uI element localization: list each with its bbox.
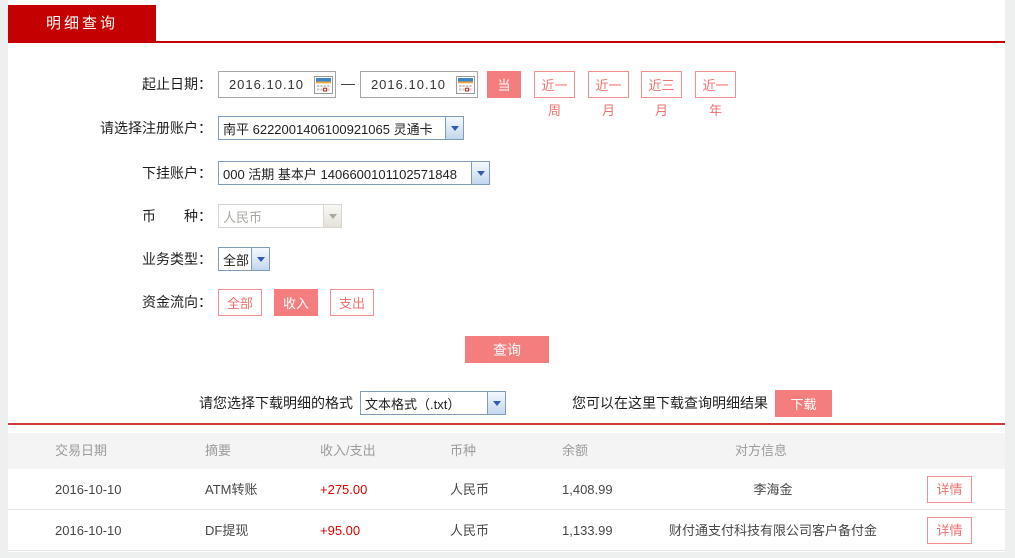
currency-row: 币 种： 人民币: [8, 204, 1005, 228]
business-type-value: 全部: [223, 252, 250, 268]
tab-detail-query[interactable]: 明细查询: [8, 5, 156, 42]
download-format-label: 请您选择下载明细的格式: [199, 395, 353, 411]
quick-range-today-button[interactable]: 当日: [487, 71, 521, 120]
fund-flow-all-button[interactable]: 全部: [218, 289, 262, 316]
date-to-value: 2016.10.10: [370, 77, 447, 92]
sub-account-label: 下挂账户：: [142, 165, 212, 181]
detail-button[interactable]: 详情: [927, 517, 972, 544]
table-row: 2016-10-10 ATM转账 +275.00 人民币 1,408.99 李海…: [8, 469, 1005, 510]
sub-account-row: 下挂账户： 000 活期 基本户 1406600101102571848: [8, 161, 1005, 185]
cell-balance: 1,408.99: [562, 482, 613, 497]
date-to-input[interactable]: 2016.10.10: [360, 71, 478, 98]
business-type-row: 业务类型： 全部: [8, 247, 1005, 271]
cell-counterparty: 李海金: [753, 482, 793, 497]
cell-amount: +95.00: [320, 523, 361, 538]
cell-summary: ATM转账: [205, 482, 258, 497]
header-currency: 币种: [450, 443, 477, 458]
header-balance: 余额: [562, 443, 589, 458]
quick-range-month-button[interactable]: 近一月: [588, 71, 629, 118]
quick-range-week-button[interactable]: 近一周: [534, 71, 575, 118]
header-amount: 收入/支出: [320, 443, 376, 458]
download-button[interactable]: 下载: [775, 390, 832, 417]
cell-summary: DF提现: [205, 523, 249, 538]
download-row: 请您选择下载明细的格式 文本格式（.txt） 您可以在这里下载查询明细结果 下载: [8, 390, 1005, 417]
sub-account-select[interactable]: 000 活期 基本户 1406600101102571848: [218, 161, 490, 185]
date-range-row: 起止日期： 2016.10.10 — 2016.10.10 当日 近一周 近一月…: [8, 71, 1005, 120]
fund-flow-row: 资金流向： 全部 收入 支出: [8, 289, 1005, 316]
business-type-select[interactable]: 全部: [218, 247, 270, 271]
registered-account-label: 请选择注册账户：: [100, 120, 212, 136]
registered-account-select[interactable]: 南平 6222001406100921065 灵通卡: [218, 116, 464, 140]
calendar-icon[interactable]: [456, 75, 475, 94]
download-format-value: 文本格式（.txt）: [365, 396, 461, 412]
chevron-down-icon[interactable]: [445, 117, 463, 139]
table-top-divider: [8, 423, 1005, 425]
tab-underline: [8, 41, 1005, 43]
header-counterparty: 对方信息: [735, 443, 788, 458]
header-date: 交易日期: [55, 443, 108, 458]
fund-flow-expense-button[interactable]: 支出: [330, 289, 374, 316]
date-from-value: 2016.10.10: [228, 77, 305, 92]
date-range-label: 起止日期：: [142, 76, 212, 92]
fund-flow-label: 资金流向：: [142, 294, 212, 310]
quick-range-quarter-button[interactable]: 近三月: [641, 71, 682, 118]
chevron-down-icon: [323, 205, 341, 227]
table-row: 2016-10-10 DF提现 +95.00 人民币 1,133.99 财付通支…: [8, 510, 1005, 551]
registered-account-value: 南平 6222001406100921065 灵通卡: [223, 121, 433, 137]
fund-flow-income-button[interactable]: 收入: [274, 289, 318, 316]
quick-range-year-button[interactable]: 近一年: [695, 71, 736, 118]
calendar-icon[interactable]: [314, 75, 333, 94]
date-from-input[interactable]: 2016.10.10: [218, 71, 336, 98]
currency-value: 人民币: [223, 209, 263, 225]
cell-counterparty: 财付通支付科技有限公司客户备付金: [668, 523, 877, 538]
detail-button[interactable]: 详情: [927, 476, 972, 503]
chevron-down-icon[interactable]: [251, 248, 269, 270]
chevron-down-icon[interactable]: [471, 162, 489, 184]
download-format-select[interactable]: 文本格式（.txt）: [360, 391, 506, 415]
cell-date: 2016-10-10: [55, 482, 122, 497]
chevron-down-icon[interactable]: [487, 392, 505, 414]
cell-amount: +275.00: [320, 482, 368, 497]
content-panel: 明细查询 起止日期： 2016.10.10 — 2016.10.10 当日 近一…: [8, 0, 1005, 552]
registered-account-row: 请选择注册账户： 南平 6222001406100921065 灵通卡: [8, 116, 1005, 140]
cell-currency: 人民币: [450, 523, 490, 538]
cell-currency: 人民币: [450, 482, 490, 497]
query-button[interactable]: 查询: [465, 336, 549, 363]
table-header-row: 交易日期 摘要 收入/支出 币种 余额 对方信息: [8, 433, 1005, 469]
header-summary: 摘要: [205, 443, 232, 458]
currency-select: 人民币: [218, 204, 342, 228]
sub-account-value: 000 活期 基本户 1406600101102571848: [223, 166, 457, 182]
currency-label: 币 种：: [142, 208, 212, 224]
cell-balance: 1,133.99: [562, 523, 613, 538]
date-range-separator: —: [341, 75, 355, 91]
cell-date: 2016-10-10: [55, 523, 122, 538]
download-hint-text: 您可以在这里下载查询明细结果: [572, 395, 768, 411]
business-type-label: 业务类型：: [142, 251, 212, 267]
